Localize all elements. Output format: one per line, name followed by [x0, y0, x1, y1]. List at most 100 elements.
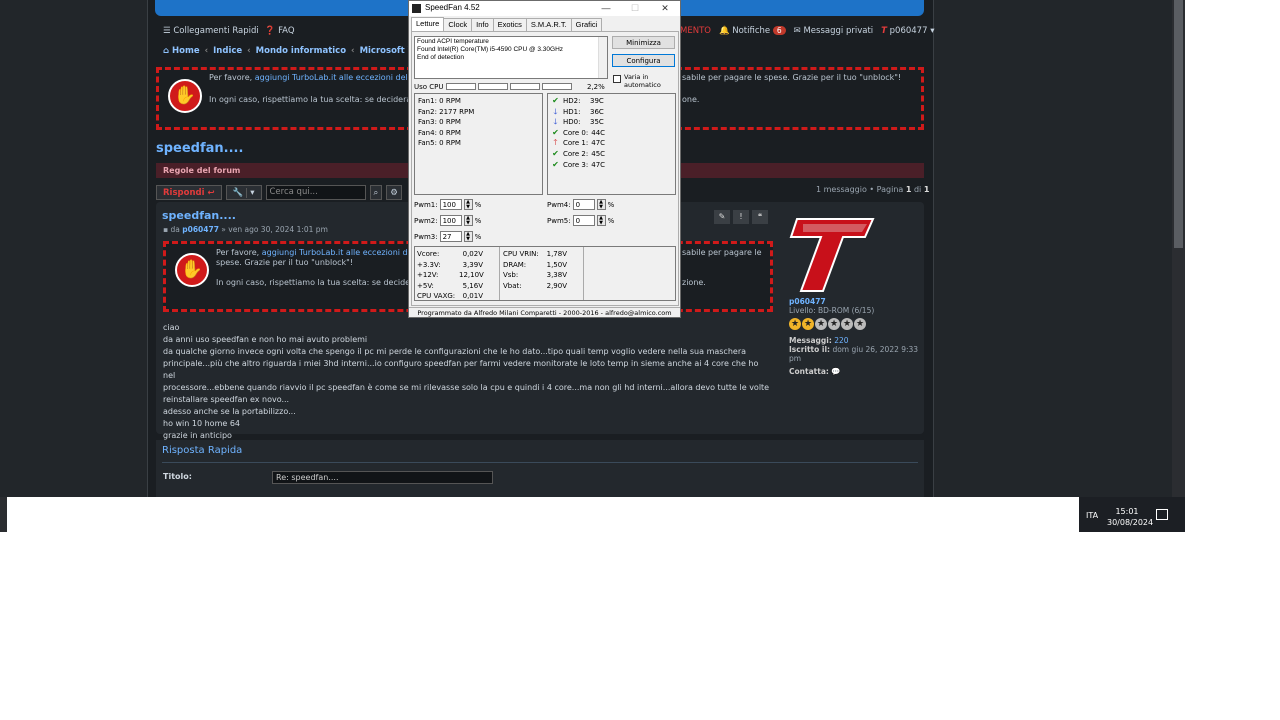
post-title[interactable]: speedfan.... — [162, 209, 236, 222]
window-minimize-button[interactable]: — — [596, 2, 616, 15]
pwm4-control: Pwm4: 0 ▲ ▼% — [547, 199, 615, 210]
tab-smart[interactable]: S.M.A.R.T. — [525, 18, 572, 31]
temp-reading: 🡓 HD1: 36C — [551, 107, 672, 118]
user-menu[interactable]: T p060477 ▾ — [881, 26, 934, 36]
post-icon: ▪ — [163, 225, 169, 234]
adblock-post-text-3b: zione. — [682, 278, 706, 287]
pwm4-spinner[interactable]: ▲ ▼ — [596, 199, 606, 210]
subject-input[interactable]: Re: speedfan.... — [272, 471, 493, 484]
reply-button[interactable]: Rispondi ↩ — [156, 185, 222, 200]
input-language[interactable]: ITA — [1086, 511, 1098, 520]
breadcrumb: ⌂ Home ‹ Indice ‹ Mondo informatico ‹ Micro… — [163, 46, 438, 56]
reply-arrow-icon: ↩ — [207, 187, 215, 198]
page-title[interactable]: speedfan.... — [156, 141, 243, 156]
private-messages-link[interactable]: ✉ Messaggi privati — [794, 26, 874, 36]
system-tray: ITA 15:01 30/08/2024 — [1079, 497, 1185, 532]
minimizza-button[interactable]: Minimizza — [612, 36, 675, 49]
pwm3-control: Pwm3: 27 ▲ ▼% — [414, 231, 482, 242]
nav-truncated-item[interactable]: MENTO — [680, 26, 711, 36]
speedfan-status-bar: Programmato da Alfredo Milani Comparetti… — [409, 307, 680, 317]
window-close-button[interactable]: ✕ — [655, 2, 675, 15]
quick-reply-title: Risposta Rapida — [162, 445, 243, 456]
arrow-up-icon: 🡑 — [553, 138, 558, 148]
scrollbar-thumb[interactable] — [1174, 0, 1183, 248]
pwm5-input[interactable]: 0 — [572, 215, 595, 226]
cpu-bar — [542, 83, 572, 90]
search-button[interactable]: ⌕ — [369, 185, 383, 200]
breadcrumb-index[interactable]: Indice — [213, 46, 242, 56]
quick-links-link[interactable]: ☰ Collegamenti Rapidi — [163, 26, 259, 36]
voltages-box: Vcore: +3.3V: +12V: +5V: CPU VAXG: 0,02V 3,39… — [414, 246, 676, 301]
voltage-values-left: 0,02V 3,39V 12,10V 5,16V 0,01V — [459, 250, 484, 301]
configura-button[interactable]: Configura — [612, 54, 675, 67]
detection-log[interactable]: Found ACPI temperature Found Intel(R) Co… — [414, 36, 608, 79]
chat-bubble-icon[interactable]: 💬 — [831, 367, 840, 376]
pwm4-input[interactable]: 0 — [572, 199, 595, 210]
pwm3-input[interactable]: 27 — [439, 231, 462, 242]
stop-hand-icon: ✋ — [168, 79, 202, 113]
topic-tools-button[interactable]: 🔧 ▾ — [225, 185, 262, 200]
tab-clock[interactable]: Clock — [443, 18, 473, 31]
avatar[interactable] — [789, 215, 875, 295]
tab-letture[interactable]: Letture — [411, 17, 445, 31]
post-line: da anni uso speedfan e non ho mai avuto … — [163, 335, 368, 344]
notifications-link[interactable]: 🔔 Notifiche 6 — [719, 26, 786, 36]
adblock-post-exception-link[interactable]: aggiungi TurboLab.it alle eccezioni del — [262, 248, 415, 257]
star-icon: ★ — [789, 318, 801, 330]
pwm3-spinner[interactable]: ▲ ▼ — [463, 231, 473, 242]
pwm2-input[interactable]: 100 — [439, 215, 462, 226]
quote-post-button[interactable]: ❝ — [752, 210, 768, 224]
voltage-names-left: Vcore: +3.3V: +12V: +5V: CPU VAXG: — [417, 250, 456, 301]
auto-vary-checkbox[interactable] — [613, 75, 621, 83]
tab-info[interactable]: Info — [471, 18, 494, 31]
post-author-link[interactable]: p060477 — [182, 225, 219, 234]
pwm1-input[interactable]: 100 — [439, 199, 462, 210]
log-line: Found ACPI temperature — [417, 38, 489, 45]
temp-reading: 🡑 Core 1: 47C — [551, 138, 672, 149]
star-icon: ★ — [854, 318, 866, 330]
advanced-search-button[interactable]: ⚙ — [386, 185, 402, 200]
adblock-exception-link[interactable]: aggiungi TurboLab.it alle eccezioni del … — [255, 73, 419, 82]
window-maximize-button[interactable]: ☐ — [625, 2, 645, 15]
breadcrumb-mondo-informatico[interactable]: Mondo informatico — [256, 46, 346, 56]
breadcrumb-home[interactable]: ⌂ Home — [163, 46, 200, 56]
faq-link[interactable]: ❓ FAQ — [265, 26, 295, 36]
speedfan-titlebar[interactable]: SpeedFan 4.52 — ☐ ✕ — [409, 1, 680, 16]
post-line: reinstallare speedfan ex novo... — [163, 395, 290, 404]
fan-reading: Fan1: 0 RPM — [418, 97, 461, 105]
adblock-top-text-2: In ogni caso, rispettiamo la tua scelta:… — [209, 95, 414, 104]
fan-reading: Fan4: 0 RPM — [418, 128, 461, 137]
temp-reading: ✔ Core 3: 47C — [552, 159, 606, 169]
pagination: 1 messaggio • Pagina 1 di 1 — [816, 185, 930, 194]
tab-exotics[interactable]: Exotics — [492, 18, 527, 31]
cpu-bar — [446, 83, 476, 90]
adblock-post-text-2: spese. Grazie per il tuo "unblock"! — [216, 258, 354, 267]
blank-area — [0, 532, 1280, 720]
blank-area — [1185, 0, 1280, 532]
report-post-button[interactable]: ! — [733, 210, 749, 224]
profile-messages-count[interactable]: 220 — [834, 336, 848, 345]
log-scrollbar[interactable] — [598, 37, 607, 78]
tab-grafici[interactable]: Grafici — [570, 18, 603, 31]
subject-label: Titolo: — [163, 472, 192, 481]
edit-post-button[interactable]: ✎ — [714, 210, 730, 224]
rank-stars: ★ ★ ★ ★ ★ ★ — [789, 318, 919, 330]
temp-reading: 🡓 HD0: 35C — [551, 117, 672, 128]
notification-center-icon[interactable] — [1156, 509, 1168, 520]
speedfan-tabs: Letture Clock Info Exotics S.M.A.R.T. Gr… — [411, 17, 603, 31]
pencil-icon: ✎ — [718, 212, 726, 221]
topic-search-input[interactable]: Cerca qui... — [265, 185, 366, 200]
star-icon: ★ — [828, 318, 840, 330]
clock-time: 15:01 — [1115, 507, 1139, 516]
adblock-top-text-2b: one. — [682, 95, 700, 104]
pwm5-spinner[interactable]: ▲ ▼ — [596, 215, 606, 226]
profile-contact: Contatta: 💬 — [789, 367, 841, 376]
profile-username[interactable]: p060477 — [789, 297, 919, 306]
taskbar-clock[interactable]: 15:01 30/08/2024 — [1107, 506, 1153, 528]
post-line: ho win 10 home 64 — [163, 419, 241, 428]
log-line: End of detection — [417, 54, 464, 61]
post-body: ciao da anni uso speedfan e non ho mai a… — [163, 322, 773, 442]
pwm1-spinner[interactable]: ▲ ▼ — [463, 199, 473, 210]
pwm2-spinner[interactable]: ▲ ▼ — [463, 215, 473, 226]
voltage-separator — [583, 247, 584, 300]
